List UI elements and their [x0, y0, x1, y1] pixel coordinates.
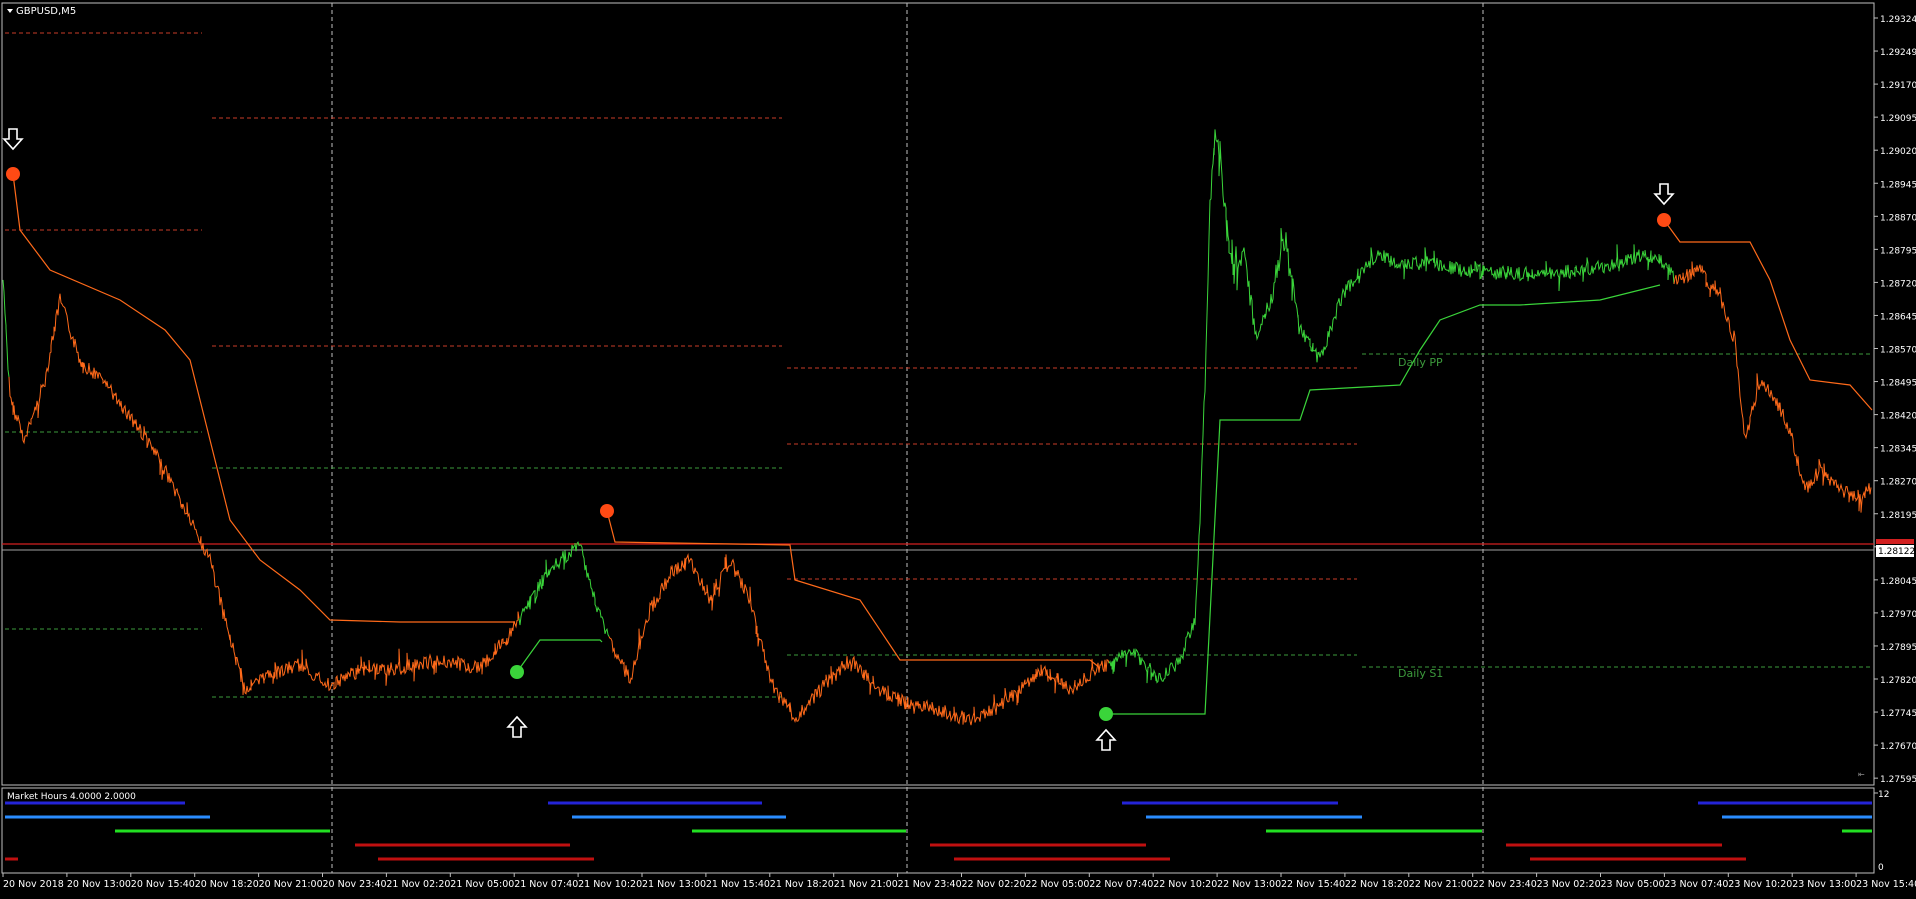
time-axis-label: 21 Nov 05:00	[450, 879, 514, 890]
time-axis-label: 23 Nov 10:20	[1728, 879, 1792, 890]
time-axis-label: 21 Nov 13:00	[642, 879, 706, 890]
time-axis-label: 23 Nov 15:40	[1856, 879, 1916, 890]
price-axis-label: 1.27895	[1880, 643, 1916, 653]
current-price-text: 1.28122	[1878, 547, 1915, 557]
price-axis-label: 1.27745	[1880, 709, 1916, 719]
price-axis-label: 1.29249	[1880, 48, 1916, 58]
daily-s1-label: Daily S1	[1398, 667, 1443, 680]
sell-signal-dot	[1657, 213, 1671, 227]
daily-pp-label: Daily PP	[1398, 356, 1443, 369]
time-axis-label: 21 Nov 02:20	[386, 879, 450, 890]
price-axis-label: 1.27820	[1880, 676, 1916, 686]
time-axis-label: 23 Nov 07:40	[1664, 879, 1728, 890]
chart-shift-icon[interactable]: ⇤	[1858, 770, 1865, 779]
time-axis-label: 22 Nov 02:20	[962, 879, 1026, 890]
chart-canvas[interactable]: Daily PP Daily S1 GBPUSD,M5 1.29324 1.292…	[0, 0, 1916, 895]
buy-signal-dot	[1099, 707, 1113, 721]
sub-axis-bottom: 0	[1878, 863, 1884, 873]
price-axis-label: 1.28720	[1880, 279, 1916, 289]
price-axis-label: 1.29020	[1880, 147, 1916, 157]
last-price-marker	[1876, 539, 1914, 544]
price-axis-label: 1.28345	[1880, 445, 1916, 455]
time-axis-label: 23 Nov 02:20	[1537, 879, 1601, 890]
price-axis-label: 1.27970	[1880, 610, 1916, 620]
time-axis-label: 21 Nov 07:40	[514, 879, 578, 890]
time-axis-label: 22 Nov 07:40	[1089, 879, 1153, 890]
time-axis-label: 22 Nov 23:40	[1473, 879, 1537, 890]
price-axis-label: 1.28870	[1880, 213, 1916, 223]
time-axis-label: 20 Nov 21:00	[259, 879, 323, 890]
sell-signal-dot	[6, 167, 20, 181]
price-axis-label: 1.28045	[1880, 577, 1916, 587]
time-axis-label: 21 Nov 18:20	[770, 879, 834, 890]
sell-signal-dot	[600, 504, 614, 518]
time-axis-label: 22 Nov 15:40	[1281, 879, 1345, 890]
price-axis-label: 1.29324	[1880, 15, 1916, 25]
buy-signal-dot	[510, 665, 524, 679]
price-axis-label: 1.28570	[1880, 346, 1916, 356]
price-axis-label: 1.28495	[1880, 379, 1916, 389]
time-axis-label: 22 Nov 18:20	[1345, 879, 1409, 890]
price-axis-label: 1.28945	[1880, 180, 1916, 190]
price-axis-label: 1.27595	[1880, 775, 1916, 785]
price-axis-label: 1.28420	[1880, 412, 1916, 422]
time-axis-label: 20 Nov 2018	[3, 879, 64, 890]
time-axis-label: 22 Nov 13:00	[1217, 879, 1281, 890]
time-axis-label: 21 Nov 21:00	[834, 879, 898, 890]
time-axis-label: 20 Nov 13:00	[67, 879, 131, 890]
price-axis-label: 1.28195	[1880, 511, 1916, 521]
time-axis-label: 21 Nov 15:40	[706, 879, 770, 890]
time-axis-label: 23 Nov 13:00	[1792, 879, 1856, 890]
indicator-title: Market Hours 4.0000 2.0000	[7, 792, 136, 802]
time-axis-label: 20 Nov 15:40	[131, 879, 195, 890]
time-axis-label: 21 Nov 23:40	[898, 879, 962, 890]
time-axis-label: 22 Nov 10:20	[1153, 879, 1217, 890]
chart-background	[0, 0, 1916, 895]
sub-axis-top: 12	[1878, 790, 1889, 800]
time-axis-label: 23 Nov 05:00	[1601, 879, 1665, 890]
price-axis-label: 1.29095	[1880, 114, 1916, 124]
price-axis-label: 1.28795	[1880, 246, 1916, 256]
price-axis-label: 1.29170	[1880, 81, 1916, 91]
price-axis-label: 1.28645	[1880, 312, 1916, 322]
price-axis-label: 1.27670	[1880, 742, 1916, 752]
price-axis-label: 1.28270	[1880, 478, 1916, 488]
time-axis-label: 20 Nov 23:40	[323, 879, 387, 890]
time-axis-label: 22 Nov 21:00	[1409, 879, 1473, 890]
time-axis-label: 22 Nov 05:00	[1025, 879, 1089, 890]
time-axis-label: 21 Nov 10:20	[578, 879, 642, 890]
time-axis-label: 20 Nov 18:20	[195, 879, 259, 890]
chart-window[interactable]: Daily PP Daily S1 GBPUSD,M5 1.29324 1.292…	[0, 0, 1916, 895]
symbol-title[interactable]: GBPUSD,M5	[16, 6, 76, 17]
